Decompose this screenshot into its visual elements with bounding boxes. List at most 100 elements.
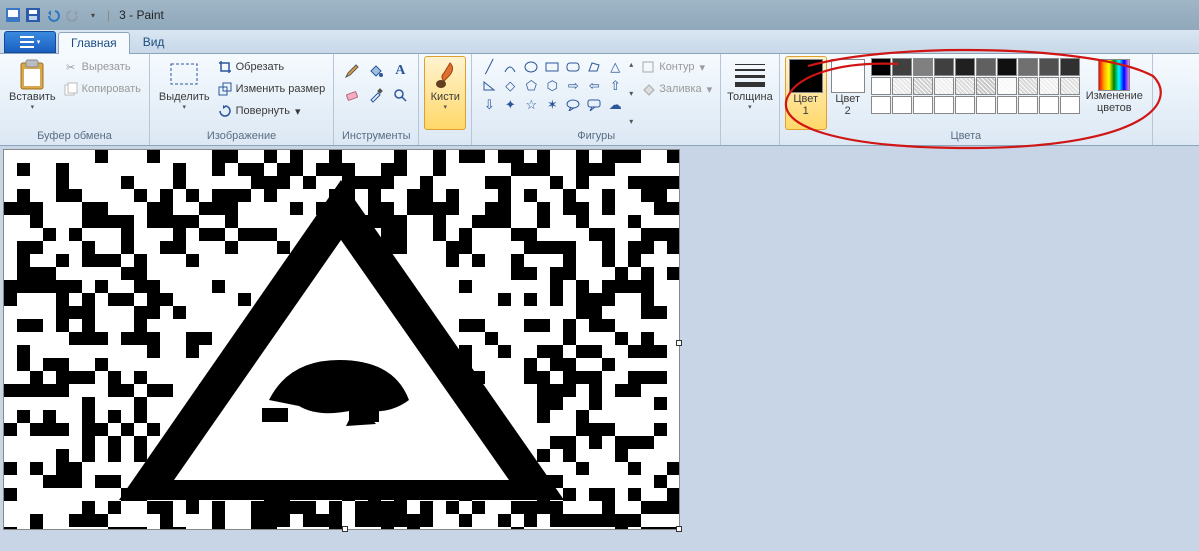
window-title-file: 3	[119, 8, 126, 22]
palette-swatch[interactable]	[955, 77, 975, 95]
redo-icon[interactable]	[64, 6, 82, 24]
window-title-app: Paint	[136, 8, 163, 22]
picker-tool[interactable]	[365, 84, 387, 106]
shape-arrowu-icon[interactable]: ⇧	[605, 77, 625, 95]
brushes-button[interactable]: Кисти ▾	[424, 56, 466, 130]
palette-swatch[interactable]	[976, 77, 996, 95]
eraser-tool[interactable]	[341, 84, 363, 106]
shape-diamond-icon[interactable]: ◇	[500, 77, 520, 95]
shape-star6-icon[interactable]: ✶	[542, 96, 562, 114]
outline-icon	[640, 59, 656, 75]
palette-swatch[interactable]	[1018, 96, 1038, 114]
select-button[interactable]: Выделить ▾	[155, 56, 214, 130]
shape-line-icon[interactable]: ╱	[479, 58, 499, 76]
resize-icon	[217, 81, 233, 97]
palette-swatch[interactable]	[1039, 96, 1059, 114]
palette-swatch[interactable]	[1039, 77, 1059, 95]
color2-button[interactable]: Цвет 2	[827, 56, 869, 130]
shape-callout-rect-icon[interactable]	[584, 96, 604, 114]
app-menu-button[interactable]: ▾	[4, 31, 56, 53]
palette-swatch[interactable]	[892, 77, 912, 95]
shapes-more-icon[interactable]: ▾	[629, 117, 633, 126]
bucket-icon	[640, 81, 656, 97]
outline-button[interactable]: Контур▾	[637, 56, 715, 78]
group-image: Выделить ▾ Обрезать Изменить размер Пове…	[150, 54, 334, 145]
save-icon[interactable]	[24, 6, 42, 24]
palette-swatch[interactable]	[892, 96, 912, 114]
shape-rtriangle-icon[interactable]	[479, 77, 499, 95]
clipboard-icon	[16, 59, 48, 91]
palette-swatch[interactable]	[997, 77, 1017, 95]
shape-triangle-icon[interactable]: △	[605, 58, 625, 76]
thickness-button[interactable]: Толщина ▾	[723, 56, 777, 128]
canvas[interactable]	[4, 150, 679, 529]
undo-icon[interactable]	[44, 6, 62, 24]
edit-colors-button[interactable]: Изменение цветов	[1082, 56, 1147, 130]
group-thickness: Толщина ▾	[721, 54, 780, 145]
shape-curve-icon[interactable]	[500, 58, 520, 76]
palette-swatch[interactable]	[976, 96, 996, 114]
palette-swatch[interactable]	[934, 77, 954, 95]
group-brushes: Кисти ▾	[419, 54, 472, 145]
palette-swatch[interactable]	[934, 58, 954, 76]
shape-star4-icon[interactable]: ✦	[500, 96, 520, 114]
magnifier-tool[interactable]	[389, 84, 411, 106]
window-title-sep: -	[126, 8, 137, 22]
shape-oval-icon[interactable]	[521, 58, 541, 76]
fill-button[interactable]: Заливка▾	[637, 78, 715, 100]
tab-view[interactable]: Вид	[130, 31, 178, 53]
resize-button[interactable]: Изменить размер	[214, 78, 329, 100]
qat-dropdown-icon[interactable]: ▾	[84, 6, 102, 24]
shape-arrowr-icon[interactable]: ⇨	[563, 77, 583, 95]
palette-swatch[interactable]	[913, 96, 933, 114]
palette-swatch[interactable]	[1060, 58, 1080, 76]
shape-cloud-icon[interactable]: ☁	[605, 96, 625, 114]
palette-swatch[interactable]	[1060, 77, 1080, 95]
crop-button[interactable]: Обрезать	[214, 56, 329, 78]
palette-swatch[interactable]	[955, 58, 975, 76]
shape-arrowl-icon[interactable]: ⇦	[584, 77, 604, 95]
palette-swatch[interactable]	[1018, 77, 1038, 95]
color-palette	[869, 56, 1082, 130]
palette-swatch[interactable]	[913, 77, 933, 95]
group-shapes-label: Фигуры	[477, 130, 715, 145]
palette-swatch[interactable]	[1039, 58, 1059, 76]
shapes-scroll-up-icon[interactable]: ▴	[629, 60, 633, 69]
palette-swatch[interactable]	[1060, 96, 1080, 114]
brushes-dropdown-icon: ▾	[444, 103, 448, 111]
color1-button[interactable]: Цвет 1	[785, 56, 827, 130]
shape-star5-icon[interactable]: ☆	[521, 96, 541, 114]
palette-swatch[interactable]	[976, 58, 996, 76]
rotate-button[interactable]: Повернуть▾	[214, 100, 329, 122]
shapes-scroll-down-icon[interactable]: ▾	[629, 89, 633, 98]
tab-home[interactable]: Главная	[58, 32, 130, 54]
palette-swatch[interactable]	[1018, 58, 1038, 76]
palette-swatch[interactable]	[871, 96, 891, 114]
palette-swatch[interactable]	[871, 77, 891, 95]
shape-arrowd-icon[interactable]: ⇩	[479, 96, 499, 114]
text-tool[interactable]: A	[389, 60, 411, 82]
thickness-icon	[734, 59, 766, 91]
palette-swatch[interactable]	[892, 58, 912, 76]
paste-dropdown-icon: ▾	[31, 103, 35, 111]
palette-swatch[interactable]	[997, 58, 1017, 76]
cut-button[interactable]: ✂Вырезать	[60, 56, 144, 78]
shape-callout-round-icon[interactable]	[563, 96, 583, 114]
shape-polygon-icon[interactable]	[584, 58, 604, 76]
shape-gallery[interactable]: ╱ △ ◇ ⬠ ⬡ ⇨ ⇦ ⇧ ⇩ ✦ ☆ ✶ ☁	[477, 56, 627, 130]
shape-hexagon-icon[interactable]: ⬡	[542, 77, 562, 95]
fill-tool[interactable]	[365, 60, 387, 82]
palette-swatch[interactable]	[913, 58, 933, 76]
palette-swatch[interactable]	[934, 96, 954, 114]
shape-roundrect-icon[interactable]	[563, 58, 583, 76]
palette-swatch[interactable]	[997, 96, 1017, 114]
palette-swatch[interactable]	[955, 96, 975, 114]
select-icon	[168, 59, 200, 91]
pencil-tool[interactable]	[341, 60, 363, 82]
palette-swatch[interactable]	[871, 58, 891, 76]
copy-button[interactable]: Копировать	[60, 78, 144, 100]
shape-rect-icon[interactable]	[542, 58, 562, 76]
thickness-dropdown-icon: ▾	[748, 103, 752, 111]
paste-button[interactable]: Вставить ▾	[5, 56, 60, 130]
shape-pentagon-icon[interactable]: ⬠	[521, 77, 541, 95]
